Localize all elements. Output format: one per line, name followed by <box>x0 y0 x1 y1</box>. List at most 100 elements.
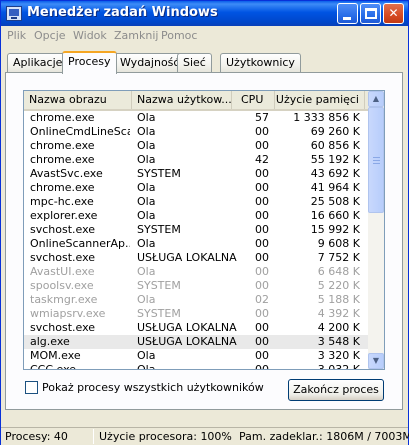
process-row[interactable]: explorer.exe Ola 00 16 660 K <box>24 209 368 223</box>
process-cpu: 00 <box>255 125 269 138</box>
process-user: Ola <box>137 293 156 306</box>
tab-uzytkownicy[interactable]: Użytkownicy <box>220 53 301 72</box>
scroll-thumb[interactable] <box>368 107 384 213</box>
process-cpu: 00 <box>255 307 269 320</box>
process-row[interactable]: AvastSvc.exe SYSTEM 00 43 692 K <box>24 167 368 181</box>
process-user: USŁUGA LOKALNA <box>137 335 237 348</box>
process-row[interactable]: mpc-hc.exe Ola 00 25 508 K <box>24 195 368 209</box>
maximize-button[interactable] <box>360 3 381 24</box>
process-cpu: 00 <box>255 321 269 334</box>
end-process-button[interactable]: Zakończ proces <box>288 379 384 401</box>
tab-siec[interactable]: Sieć <box>177 53 212 72</box>
process-cpu: 00 <box>255 335 269 348</box>
process-cpu: 00 <box>255 237 269 250</box>
process-memory: 60 856 K <box>310 139 360 152</box>
process-user: Ola <box>137 195 156 208</box>
process-cpu: 00 <box>234 363 269 369</box>
process-name: svchost.exe <box>30 251 96 264</box>
column-header-user-name[interactable]: Nazwa użytkow... <box>132 91 232 109</box>
title-bar[interactable]: Menedżer zadań Windows ✕ <box>1 1 408 26</box>
window-title: Menedżer zadań Windows <box>27 5 218 20</box>
process-name: wmiapsrv.exe <box>30 307 106 320</box>
minimize-button[interactable] <box>337 3 358 24</box>
process-row[interactable]: chrome.exe Ola 00 41 964 K <box>24 181 368 195</box>
process-row[interactable]: alg.exe USŁUGA LOKALNA 00 3 548 K <box>24 335 368 349</box>
process-name: spoolsv.exe <box>30 279 94 292</box>
column-header-memory[interactable]: Użycie pamięci <box>275 91 365 109</box>
process-cpu: 00 <box>255 349 269 362</box>
show-all-users-label[interactable]: Pokaż procesy wszystkich użytkowników <box>42 381 264 394</box>
process-memory: 43 692 K <box>310 167 360 180</box>
process-row[interactable]: chrome.exe Ola 00 60 856 K <box>24 139 368 153</box>
process-memory: 16 660 K <box>310 209 360 222</box>
process-memory: 15 992 K <box>310 223 360 236</box>
process-row[interactable]: chrome.exe Ola 57 1 333 856 K <box>24 111 368 125</box>
scroll-up-button[interactable]: ▲ <box>368 91 384 107</box>
process-memory: 4 392 K <box>317 307 360 320</box>
menu-pomoc[interactable]: Pomoc <box>161 29 197 42</box>
process-user: USŁUGA LOKALNA <box>137 251 237 264</box>
grip-line <box>373 160 380 161</box>
process-row[interactable]: taskmgr.exe Ola 02 5 188 K <box>24 293 368 307</box>
show-all-users-checkbox[interactable] <box>25 381 38 394</box>
process-row[interactable]: wmiapsrv.exe SYSTEM 00 4 392 K <box>24 307 368 321</box>
process-user: SYSTEM <box>137 279 181 292</box>
process-row[interactable]: CCC.exe Ola00 3 032 K <box>24 363 368 369</box>
column-header-image-name[interactable]: Nazwa obrazu <box>24 91 132 109</box>
process-name: chrome.exe <box>30 181 95 194</box>
process-row[interactable]: AvastUI.exe Ola 00 6 648 K <box>24 265 368 279</box>
process-name: mpc-hc.exe <box>30 195 94 208</box>
scroll-down-button[interactable]: ▼ <box>368 353 384 369</box>
process-user: Ola <box>137 349 156 362</box>
process-memory: 9 608 K <box>317 237 360 250</box>
process-row[interactable]: OnlineScannerAp... Ola 00 9 608 K <box>24 237 368 251</box>
process-row[interactable]: chrome.exe Ola 42 55 192 K <box>24 153 368 167</box>
process-memory: 55 192 K <box>310 153 360 166</box>
process-row[interactable]: svchost.exe USŁUGA LOKALNA 00 7 752 K <box>24 251 368 265</box>
process-row[interactable]: OnlineCmdLineSca... Ola 00 69 260 K <box>24 125 368 139</box>
process-memory: 1 333 856 K <box>293 111 360 124</box>
process-list[interactable]: Nazwa obrazu Nazwa użytkow... CPU Użycie… <box>23 90 385 370</box>
tab-strip: Aplikacje Procesy Wydajność Sieć Użytkow… <box>1 51 408 74</box>
process-memory: 69 260 K <box>310 125 360 138</box>
menu-zamknij[interactable]: Zamknij <box>114 29 158 42</box>
process-name: AvastUI.exe <box>30 265 95 278</box>
process-row[interactable]: svchost.exe USŁUGA LOKALNA 00 4 200 K <box>24 321 368 335</box>
process-memory: 6 648 K <box>317 265 360 278</box>
process-name: alg.exe <box>30 335 70 348</box>
process-memory: 3 320 K <box>317 349 360 362</box>
menu-bar: Plik Opcje Widok Zamknij Pomoc <box>1 26 408 45</box>
close-button[interactable]: ✕ <box>383 3 404 24</box>
process-memory: 5 188 K <box>317 293 360 306</box>
menu-plik[interactable]: Plik <box>7 29 26 42</box>
process-row[interactable]: svchost.exe SYSTEM 00 15 992 K <box>24 223 368 237</box>
menu-widok[interactable]: Widok <box>73 29 107 42</box>
process-name: OnlineScannerAp... <box>30 237 130 250</box>
process-name: chrome.exe <box>30 153 95 166</box>
column-header-cpu[interactable]: CPU <box>232 91 275 109</box>
process-memory: 4 200 K <box>317 321 360 334</box>
process-user: SYSTEM <box>137 223 181 236</box>
status-divider <box>93 429 94 444</box>
process-name: OnlineCmdLineSca... <box>30 125 130 138</box>
maximize-icon <box>365 8 377 19</box>
tab-procesy[interactable]: Procesy <box>62 51 117 74</box>
process-cpu: 42 <box>255 153 269 166</box>
process-cpu: 00 <box>255 181 269 194</box>
process-user: Ola <box>137 209 156 222</box>
process-memory: 7 752 K <box>317 251 360 264</box>
vertical-scrollbar[interactable]: ▲ ▼ <box>368 91 384 369</box>
tab-wydajnosc[interactable]: Wydajność <box>114 53 186 72</box>
tab-aplikacje[interactable]: Aplikacje <box>7 53 69 72</box>
process-name: CCC.exe <box>30 363 130 369</box>
process-list-header: Nazwa obrazu Nazwa użytkow... CPU Użycie… <box>24 91 368 111</box>
process-row[interactable]: MOM.exe Ola 00 3 320 K <box>24 349 368 363</box>
close-icon: ✕ <box>388 6 399 20</box>
process-memory: 5 220 K <box>317 279 360 292</box>
process-row[interactable]: spoolsv.exe SYSTEM 00 5 220 K <box>24 279 368 293</box>
menu-opcje[interactable]: Opcje <box>34 29 66 42</box>
process-name: svchost.exe <box>30 321 96 334</box>
process-name: AvastSvc.exe <box>30 167 103 180</box>
process-memory: 41 964 K <box>310 181 360 194</box>
process-memory: 3 032 K <box>274 363 360 369</box>
